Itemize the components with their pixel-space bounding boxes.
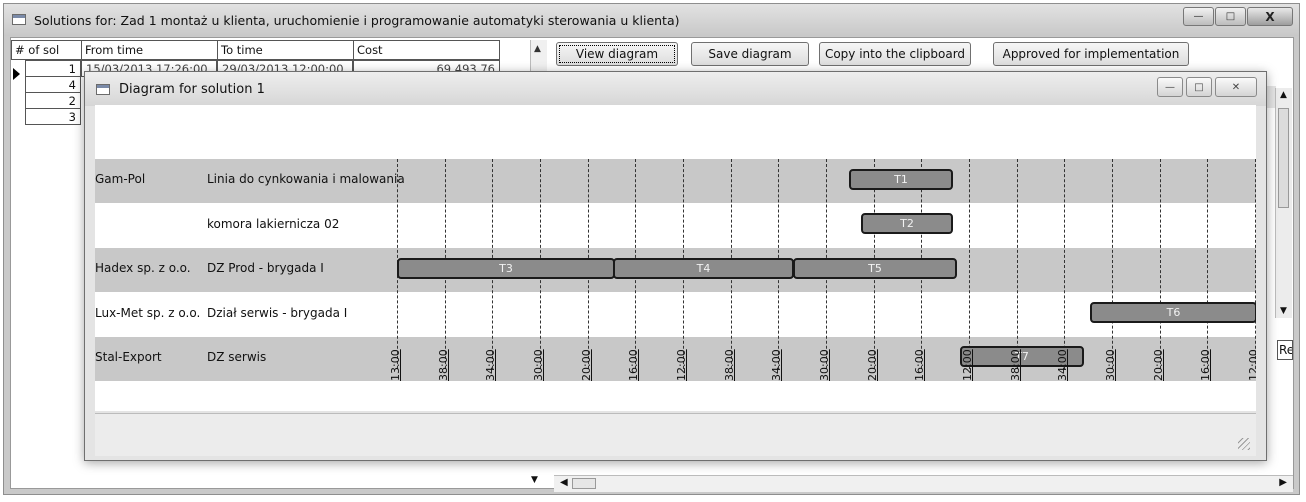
table-row[interactable]: 3 xyxy=(25,108,81,125)
scroll-right-icon[interactable]: ▶ xyxy=(1279,477,1287,488)
col-header-cost[interactable]: Cost xyxy=(353,40,500,60)
resource-company: Gam-Pol xyxy=(95,172,146,186)
window-icon xyxy=(12,14,26,25)
scroll-thumb[interactable] xyxy=(572,478,596,489)
timeline-gridline xyxy=(1255,159,1256,369)
time-label: 12:00 xyxy=(1247,349,1256,381)
time-label: 34:00 xyxy=(770,349,783,381)
scroll-down-icon[interactable]: ▼ xyxy=(531,475,538,485)
minimize-button[interactable]: — xyxy=(1157,77,1183,97)
time-label: 30:00 xyxy=(818,349,831,381)
approved-button[interactable]: Approved for implementation xyxy=(993,42,1189,66)
resize-grip-icon[interactable] xyxy=(1238,438,1250,450)
time-label: 20:00 xyxy=(580,349,593,381)
time-label: 30:00 xyxy=(1104,349,1117,381)
scroll-up-icon[interactable]: ▲ xyxy=(1280,90,1287,100)
task-bar[interactable]: T1 xyxy=(849,169,953,190)
window-icon xyxy=(96,84,110,95)
col-header-from[interactable]: From time xyxy=(81,40,217,60)
time-label: 38:00 xyxy=(1009,349,1022,381)
resource-company: Stal-Export xyxy=(95,350,162,364)
timeline-gridline xyxy=(1207,159,1208,369)
dialog-controls: — □ ✕ xyxy=(1154,77,1257,97)
diagram-dialog: Diagram for solution 1 — □ ✕ Gam-Pol Lin… xyxy=(84,71,1267,461)
table-header: # of sol From time To time Cost xyxy=(11,40,500,60)
task-bar[interactable]: T5 xyxy=(793,258,957,279)
table-row[interactable]: 1 xyxy=(25,60,81,77)
time-label: 30:00 xyxy=(532,349,545,381)
resource-line: Dział serwis - brygada I xyxy=(207,306,348,320)
time-label: 20:00 xyxy=(1152,349,1165,381)
task-bar[interactable]: T3 xyxy=(397,258,615,279)
gantt-chart: Gam-Pol Linia do cynkowania i malowania … xyxy=(95,105,1256,411)
current-row-indicator-icon xyxy=(13,68,20,80)
title-bar: Solutions for: Zad 1 montaż u klienta, u… xyxy=(4,4,1299,36)
scroll-down-icon[interactable]: ▼ xyxy=(1280,306,1287,316)
resource-company: Hadex sp. z o.o. xyxy=(95,261,191,275)
resource-line: DZ Prod - brygada I xyxy=(207,261,324,275)
maximize-button[interactable]: □ xyxy=(1186,77,1212,97)
dialog-title: Diagram for solution 1 xyxy=(119,82,265,97)
col-header-to[interactable]: To time xyxy=(217,40,353,60)
ref-column-header[interactable]: Re xyxy=(1277,340,1293,360)
dialog-status-area xyxy=(95,413,1256,435)
timeline-gridline xyxy=(969,159,970,369)
timeline-gridline xyxy=(1112,159,1113,369)
time-label: 12:00 xyxy=(961,349,974,381)
maximize-button[interactable]: □ xyxy=(1215,7,1246,26)
dialog-title-bar: Diagram for solution 1 — □ ✕ xyxy=(85,72,1266,106)
horizontal-scrollbar[interactable]: ◀ ▶ xyxy=(554,475,1293,492)
scroll-thumb[interactable] xyxy=(1278,108,1289,208)
right-scrollbar[interactable]: ▲ ▼ xyxy=(1275,88,1292,318)
copy-clipboard-button[interactable]: Copy into the clipboard xyxy=(819,42,971,66)
time-label: 16:00 xyxy=(1199,349,1212,381)
window-title: Solutions for: Zad 1 montaż u klienta, u… xyxy=(34,13,680,28)
time-label: 20:00 xyxy=(866,349,879,381)
timeline-gridline xyxy=(1064,159,1065,369)
time-label: 16:00 xyxy=(913,349,926,381)
minimize-button[interactable]: — xyxy=(1183,7,1214,26)
timeline-gridline xyxy=(1017,159,1018,369)
scroll-up-icon[interactable]: ▲ xyxy=(534,44,541,54)
task-bar[interactable]: T2 xyxy=(861,213,953,234)
close-button[interactable]: X xyxy=(1247,7,1293,26)
time-label: 38:00 xyxy=(723,349,736,381)
col-header-num[interactable]: # of sol xyxy=(11,40,81,60)
resource-line: Linia do cynkowania i malowania xyxy=(207,172,405,186)
resource-line: DZ serwis xyxy=(207,350,267,364)
dialog-status-bar xyxy=(95,434,1256,456)
time-label: 34:00 xyxy=(484,349,497,381)
time-label: 12:00 xyxy=(675,349,688,381)
time-label: 16:00 xyxy=(627,349,640,381)
resource-company: Lux-Met sp. z o.o. xyxy=(95,306,201,320)
save-diagram-button[interactable]: Save diagram xyxy=(691,42,809,66)
time-label: 13:00 xyxy=(389,349,402,381)
time-label: 34:00 xyxy=(1056,349,1069,381)
close-button[interactable]: ✕ xyxy=(1215,77,1257,97)
timeline-gridline xyxy=(1160,159,1161,369)
table-row[interactable]: 4 xyxy=(25,76,81,93)
view-diagram-button[interactable]: View diagram xyxy=(556,42,678,66)
window-controls: — □ X xyxy=(1182,7,1293,26)
resource-line: komora lakiernicza 02 xyxy=(207,217,340,231)
table-row[interactable]: 2 xyxy=(25,92,81,109)
task-bar[interactable]: T4 xyxy=(613,258,794,279)
time-label: 38:00 xyxy=(437,349,450,381)
task-bar[interactable]: T6 xyxy=(1090,302,1256,323)
scroll-left-icon[interactable]: ◀ xyxy=(560,477,568,488)
